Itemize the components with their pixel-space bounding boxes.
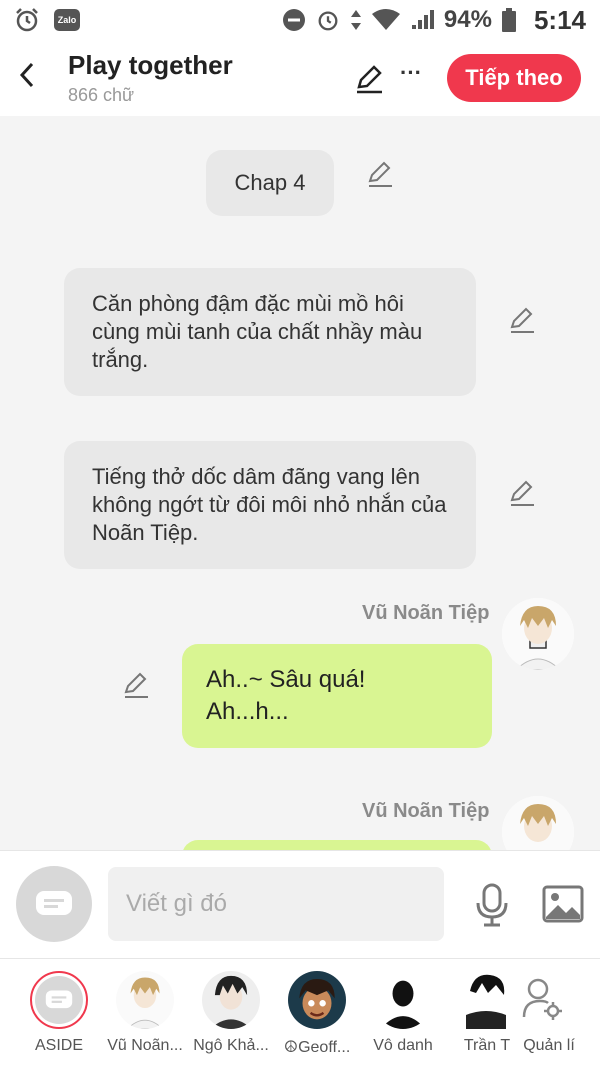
alarm-icon <box>318 11 338 31</box>
microphone-icon[interactable] <box>474 883 510 927</box>
wifi-icon <box>371 9 400 30</box>
back-arrow-icon[interactable] <box>14 60 42 90</box>
character-label: Vô danh <box>373 1037 433 1054</box>
narration-bubble[interactable]: Tiếng thở dốc dâm đãng vang lên không ng… <box>64 441 476 569</box>
speaker-name: Vũ Noãn Tiệp <box>362 800 490 822</box>
dark-hair-boy-avatar-icon <box>202 971 260 1029</box>
blond-boy-avatar-icon <box>116 971 174 1029</box>
app-header: Play together 866 chữ ··· Tiếp theo <box>0 40 600 116</box>
data-transfer-icon <box>350 10 361 30</box>
manage-icon-wrap <box>522 977 562 1026</box>
chat-bubble-icon <box>45 990 73 1009</box>
character-vo-danh[interactable]: Vô danh <box>362 971 442 1063</box>
manga-boy-avatar-icon <box>466 971 506 1029</box>
character-avatar <box>466 971 506 1029</box>
clock: 5:14 <box>533 4 586 35</box>
image-icon[interactable] <box>542 885 584 923</box>
status-bar: Zalo 94% 5:14 <box>0 0 600 40</box>
silhouette-avatar-icon <box>374 971 432 1029</box>
cartoon-boy-avatar-icon <box>288 971 346 1029</box>
chapter-label[interactable]: Chap 4 <box>206 150 334 216</box>
character-label: Ngô Khả... <box>193 1037 269 1054</box>
character-avatar <box>288 971 346 1029</box>
edit-pencil-icon[interactable] <box>508 306 536 334</box>
character-bar: ASIDE Vũ Noãn... Ngô Khả... ☮Geoff... Vô… <box>0 958 600 1067</box>
speaker-name: Vũ Noãn Tiệp <box>362 602 490 624</box>
signal-icon <box>411 10 434 29</box>
narration-bubble[interactable]: Căn phòng đậm đặc mùi mồ hôi cùng mùi ta… <box>64 268 476 396</box>
edit-pencil-icon[interactable] <box>508 479 536 507</box>
next-button[interactable]: Tiếp theo <box>447 54 581 102</box>
chat-bubble-icon <box>36 891 72 915</box>
character-label: ☮Geoff... <box>283 1039 351 1056</box>
dialog-bubble-partial[interactable] <box>182 840 492 850</box>
character-avatar[interactable] <box>502 598 574 670</box>
character-avatar <box>116 971 174 1029</box>
dnd-icon <box>282 9 305 31</box>
composer-bar <box>0 850 600 958</box>
aside-toggle-button[interactable] <box>16 866 92 942</box>
zalo-icon: Zalo <box>54 9 80 31</box>
character-geoff[interactable]: ☮Geoff... <box>276 971 356 1063</box>
edit-pencil-icon[interactable] <box>366 160 394 188</box>
character-avatar[interactable] <box>502 796 574 850</box>
story-title: Play together <box>68 50 233 80</box>
title-block: Play together 866 chữ <box>68 50 233 106</box>
alarm-icon <box>16 8 38 32</box>
character-label: Vũ Noãn... <box>107 1037 183 1054</box>
battery-percent: 94% <box>443 6 492 33</box>
aside-avatar <box>30 971 88 1029</box>
blond-boy-avatar-icon <box>502 598 574 670</box>
chat-content[interactable]: Chap 4 Căn phòng đậm đặc mùi mồ hôi cùng… <box>0 116 600 850</box>
dialog-bubble[interactable]: Ah..~ Sâu quá! Ah...h... <box>182 644 492 748</box>
character-vu-noan[interactable]: Vũ Noãn... <box>104 971 184 1063</box>
message-input[interactable] <box>108 867 444 941</box>
edit-pencil-icon[interactable] <box>122 671 150 699</box>
character-label: ASIDE <box>34 1037 83 1054</box>
character-avatar <box>374 971 432 1029</box>
blond-boy-avatar-icon <box>502 796 574 850</box>
user-settings-icon <box>522 978 562 1020</box>
word-count: 866 chữ <box>68 85 135 105</box>
character-avatar <box>202 971 260 1029</box>
character-ngo-kha[interactable]: Ngô Khả... <box>190 971 270 1063</box>
battery-icon <box>501 8 516 32</box>
more-options-button[interactable]: ··· <box>400 60 426 90</box>
edit-pencil-icon[interactable] <box>354 64 384 94</box>
character-label: Quản lí <box>523 1037 575 1054</box>
manage-characters[interactable]: Quản lí <box>508 971 588 1063</box>
character-aside[interactable]: ASIDE <box>18 971 98 1063</box>
